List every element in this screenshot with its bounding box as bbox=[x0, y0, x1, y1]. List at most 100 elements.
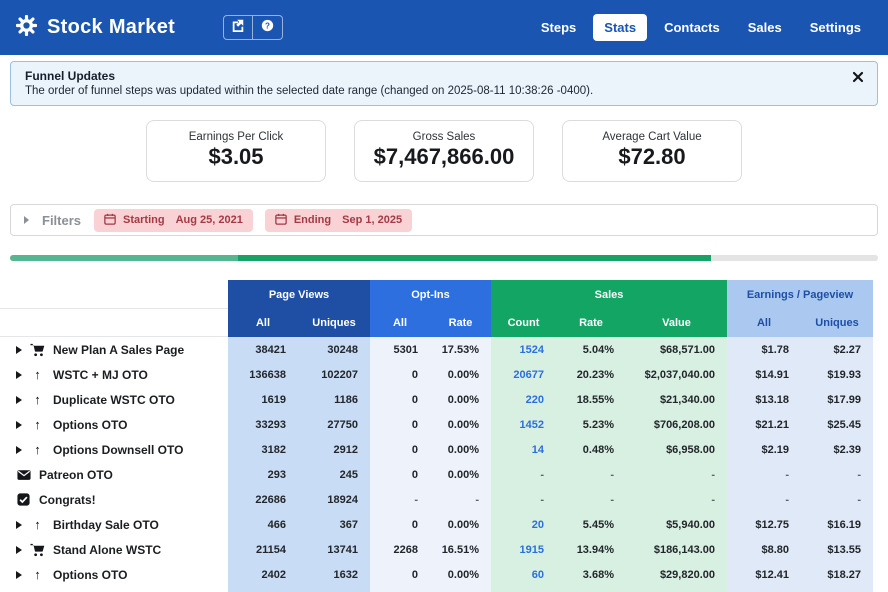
cell-epv-all: - bbox=[727, 587, 801, 592]
cell-sales-count[interactable]: 1524 bbox=[491, 337, 556, 362]
nav-item-contacts[interactable]: Contacts bbox=[653, 14, 731, 41]
row-label: Duplicate WSTC OTO bbox=[53, 392, 175, 407]
envelope-icon bbox=[16, 469, 31, 481]
cell-sales-count[interactable]: 1452 bbox=[491, 412, 556, 437]
nav-item-stats[interactable]: Stats bbox=[593, 14, 648, 41]
cell-epv-uniques: $18.27 bbox=[801, 562, 873, 587]
chevron-right-icon[interactable] bbox=[24, 216, 29, 224]
cell-optins-rate: 0.00% bbox=[430, 462, 491, 487]
cell-sales-rate: - bbox=[556, 462, 626, 487]
help-button[interactable]: ? bbox=[253, 15, 284, 40]
expand-caret-icon[interactable] bbox=[16, 445, 22, 454]
nav-item-steps[interactable]: Steps bbox=[530, 14, 587, 41]
table-subheader-row: All Uniques All Rate Count Rate Value All Unique… bbox=[0, 309, 873, 337]
cell-epv-all: $21.21 bbox=[727, 412, 801, 437]
row-label: Birthday Sale OTO bbox=[53, 517, 159, 532]
cell-sales-rate: 18.55% bbox=[556, 387, 626, 412]
progress-segment-0 bbox=[10, 255, 239, 261]
cell-optins-all: 0 bbox=[370, 562, 430, 587]
row-name-cell[interactable]: ↑ WSTC + MJ OTO bbox=[0, 362, 228, 387]
row-label: Congrats! bbox=[39, 492, 96, 507]
group-header-earnings-pageview: Earnings / Pageview bbox=[727, 280, 873, 309]
table-row: ↑ Duplicate WSTC OTO 1619 1186 0 0.00% 220 18.5… bbox=[0, 387, 873, 412]
nav-item-sales[interactable]: Sales bbox=[737, 14, 793, 41]
row-name-cell[interactable]: New Plan A Sales Page bbox=[0, 337, 228, 362]
filter-chip-starting[interactable]: Starting Aug 25, 2021 bbox=[94, 208, 253, 232]
expand-caret-icon[interactable] bbox=[16, 545, 22, 554]
cell-sales-count[interactable]: 1915 bbox=[491, 537, 556, 562]
group-header-opt-ins: Opt-Ins bbox=[370, 280, 491, 309]
filter-chip-value: Aug 25, 2021 bbox=[175, 214, 243, 226]
cell-sales-value: $6,958.00 bbox=[626, 437, 727, 462]
progress-segment-2 bbox=[711, 255, 878, 261]
cell-pv-all: 38421 bbox=[228, 337, 298, 362]
cell-sales-count[interactable]: 20677 bbox=[491, 362, 556, 387]
arrow-up-icon: ↑ bbox=[34, 392, 41, 407]
edit-button[interactable] bbox=[223, 15, 254, 40]
expand-caret-icon[interactable] bbox=[16, 345, 22, 354]
table-row: ↑ Options Downsell OTO 3182 2912 0 0.00% 14 0.4… bbox=[0, 437, 873, 462]
group-header-page-views: Page Views bbox=[228, 280, 370, 309]
checkbox-icon bbox=[16, 493, 31, 506]
cell-epv-uniques: - bbox=[801, 587, 873, 592]
stat-card-label: Earnings Per Click bbox=[188, 131, 284, 143]
row-name-cell[interactable]: ↑ Options Downsell OTO bbox=[0, 437, 228, 462]
filter-chips: Starting Aug 25, 2021 Ending Sep 1, 2025 bbox=[94, 208, 413, 232]
cell-epv-uniques: $19.93 bbox=[801, 362, 873, 387]
table-group-header-row: Page Views Opt-Ins Sales Earnings / Pagevie… bbox=[0, 280, 873, 309]
filter-chip-ending[interactable]: Ending Sep 1, 2025 bbox=[264, 208, 413, 232]
cell-pv-all: 915 bbox=[228, 587, 298, 592]
group-header-sales: Sales bbox=[491, 280, 727, 309]
cell-pv-all: 466 bbox=[228, 512, 298, 537]
expand-caret-icon[interactable] bbox=[16, 395, 22, 404]
cell-sales-count[interactable]: 220 bbox=[491, 387, 556, 412]
cell-sales-rate: 13.94% bbox=[556, 537, 626, 562]
cell-sales-count[interactable]: 60 bbox=[491, 562, 556, 587]
filter-chip-label: Ending bbox=[293, 214, 332, 226]
expand-caret-icon[interactable] bbox=[16, 370, 22, 379]
table-row: New Plan A Sales Page 38421 30248 5301 17.53… bbox=[0, 337, 873, 362]
name-column-header bbox=[0, 280, 228, 309]
filters-label: Filters bbox=[42, 212, 82, 228]
calendar-icon bbox=[104, 213, 116, 228]
row-name-cell[interactable]: ↑ Birthday Sale OTO bbox=[0, 512, 228, 537]
cell-epv-all: $2.19 bbox=[727, 437, 801, 462]
arrow-up-icon: ↑ bbox=[34, 442, 41, 457]
expand-caret-icon[interactable] bbox=[16, 520, 22, 529]
name-column-subheader bbox=[0, 309, 228, 337]
stat-card-label: Gross Sales bbox=[412, 131, 476, 143]
cell-epv-uniques: $16.19 bbox=[801, 512, 873, 537]
nav-item-settings[interactable]: Settings bbox=[799, 14, 872, 41]
cell-sales-rate: - bbox=[556, 587, 626, 592]
row-name-cell[interactable]: ↑ Options OTO bbox=[0, 412, 228, 437]
row-name-cell[interactable]: Stand Alone WSTC bbox=[0, 537, 228, 562]
table-row: Stand Alone WSTC Confirmation915721-----… bbox=[0, 587, 873, 592]
stat-card: Earnings Per Click $3.05 bbox=[146, 120, 326, 182]
cell-pv-uniques: 13741 bbox=[298, 537, 370, 562]
calendar-icon bbox=[275, 213, 287, 228]
stat-card-label: Average Cart Value bbox=[602, 131, 702, 143]
arrow-up-icon: ↑ bbox=[34, 367, 41, 382]
table-row: Congrats! 22686 18924- - - - - - - bbox=[0, 487, 873, 512]
cell-pv-all: 21154 bbox=[228, 537, 298, 562]
cell-pv-uniques: 2912 bbox=[298, 437, 370, 462]
cell-sales-rate: 0.48% bbox=[556, 437, 626, 462]
table-row: ↑ Birthday Sale OTO 466 367 0 0.00% 20 5.45% $5,… bbox=[0, 512, 873, 537]
row-name-cell[interactable]: ↑ Options OTO bbox=[0, 562, 228, 587]
row-name-cell[interactable]: ↑ Duplicate WSTC OTO bbox=[0, 387, 228, 412]
expand-caret-icon[interactable] bbox=[16, 420, 22, 429]
svg-text:?: ? bbox=[265, 21, 270, 30]
close-icon[interactable] bbox=[852, 71, 864, 83]
expand-caret-icon[interactable] bbox=[16, 570, 22, 579]
row-label: Options OTO bbox=[53, 417, 128, 432]
cell-sales-value: - bbox=[626, 587, 727, 592]
cell-sales-count[interactable]: 14 bbox=[491, 437, 556, 462]
cell-epv-uniques: - bbox=[801, 487, 873, 512]
cell-sales-count[interactable]: 20 bbox=[491, 512, 556, 537]
cell-optins-all: 0 bbox=[370, 362, 430, 387]
cell-epv-all: $12.41 bbox=[727, 562, 801, 587]
cell-sales-rate: 5.04% bbox=[556, 337, 626, 362]
subheader-count: Count bbox=[491, 309, 556, 337]
row-label: WSTC + MJ OTO bbox=[53, 367, 148, 382]
gear-icon bbox=[15, 14, 38, 41]
